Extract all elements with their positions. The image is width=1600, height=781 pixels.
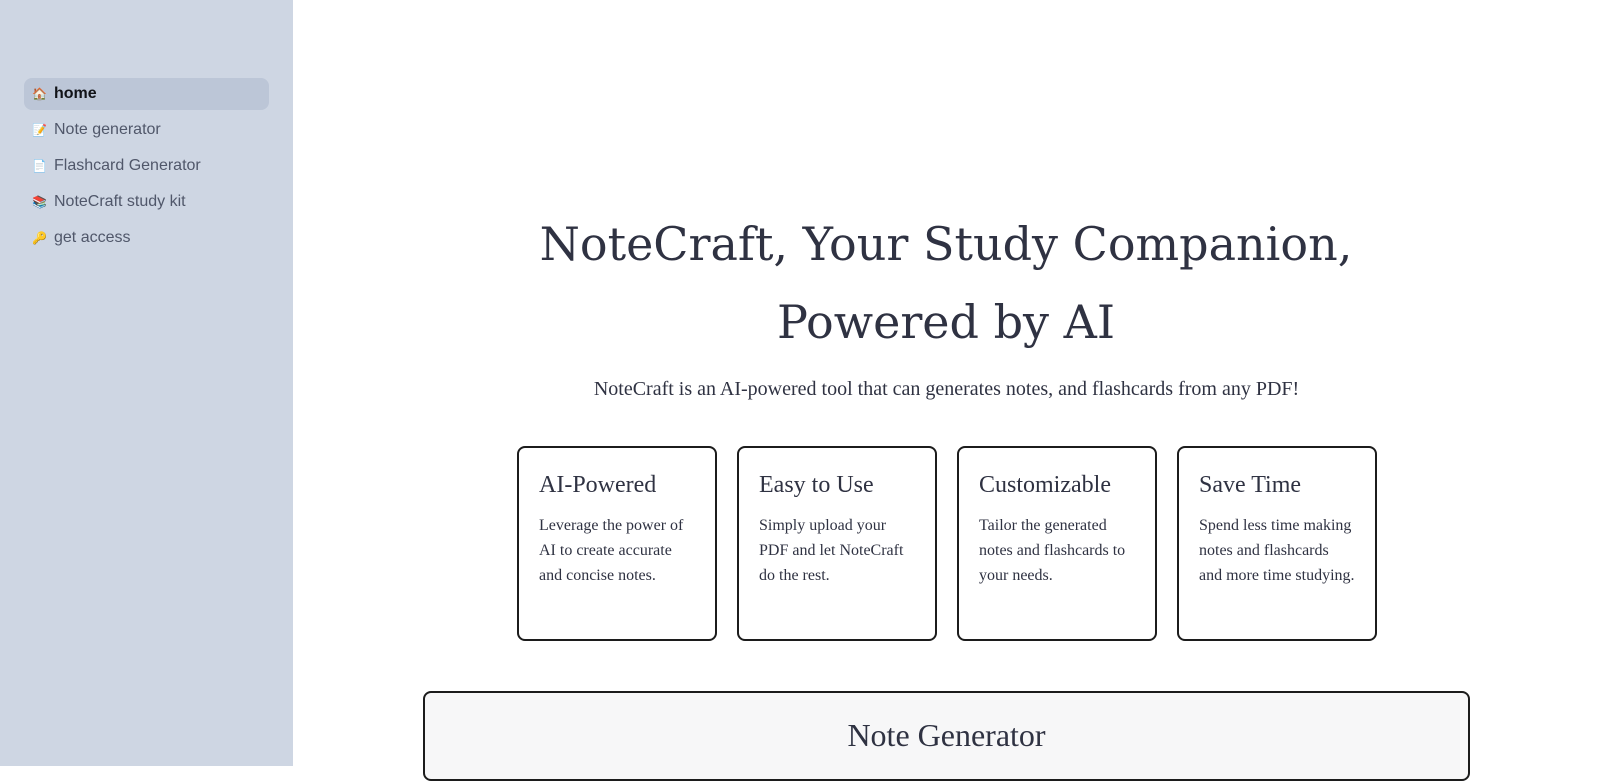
sidebar-item-label: Note generator — [54, 121, 161, 138]
sidebar-item-home[interactable]: 🏠 home — [24, 78, 269, 110]
sidebar-item-label: Flashcard Generator — [54, 157, 201, 174]
books-icon: 📚 — [32, 195, 47, 209]
sidebar-item-label: NoteCraft study kit — [54, 193, 186, 210]
memo-icon: 📝 — [32, 123, 47, 137]
house-icon: 🏠 — [32, 87, 47, 101]
sidebar: 🏠 home 📝 Note generator 📄 Flashcard Gene… — [0, 0, 293, 766]
page-title: NoteCraft, Your Study Companion, Powered… — [539, 217, 1353, 349]
feature-card-save-time: Save Time Spend less time making notes a… — [1177, 446, 1377, 641]
sidebar-item-label: home — [54, 85, 97, 102]
feature-card-ai-powered: AI-Powered Leverage the power of AI to c… — [517, 446, 717, 641]
feature-card-easy-to-use: Easy to Use Simply upload your PDF and l… — [737, 446, 937, 641]
feature-card-title: AI-Powered — [539, 472, 657, 498]
page-subtitle: NoteCraft is an AI-powered tool that can… — [593, 378, 1300, 400]
feature-card-description: Spend less time making notes and flashca… — [1199, 517, 1355, 584]
sidebar-item-note-generator[interactable]: 📝 Note generator — [24, 114, 269, 146]
feature-card-title: Easy to Use — [759, 472, 874, 498]
note-generator-panel: Note Generator — [423, 691, 1470, 781]
feature-card-title: Customizable — [979, 472, 1111, 498]
feature-card-customizable: Customizable Tailor the generated notes … — [957, 446, 1157, 641]
feature-card-description: Tailor the generated notes and flashcard… — [979, 517, 1126, 584]
document-icon: 📄 — [32, 159, 47, 173]
sidebar-nav: 🏠 home 📝 Note generator 📄 Flashcard Gene… — [24, 78, 269, 258]
sidebar-item-study-kit[interactable]: 📚 NoteCraft study kit — [24, 186, 269, 218]
feature-cards: AI-Powered Leverage the power of AI to c… — [517, 446, 1377, 641]
main-content: NoteCraft, Your Study Companion, Powered… — [293, 0, 1600, 781]
feature-card-description: Simply upload your PDF and let NoteCraft… — [759, 517, 904, 584]
sidebar-item-get-access[interactable]: 🔑 get access — [24, 222, 269, 254]
sidebar-item-label: get access — [54, 229, 131, 246]
key-icon: 🔑 — [32, 231, 47, 245]
sidebar-item-flashcard-generator[interactable]: 📄 Flashcard Generator — [24, 150, 269, 182]
feature-card-description: Leverage the power of AI to create accur… — [539, 517, 684, 584]
note-generator-title: Note Generator — [847, 717, 1046, 753]
feature-card-title: Save Time — [1199, 472, 1302, 498]
